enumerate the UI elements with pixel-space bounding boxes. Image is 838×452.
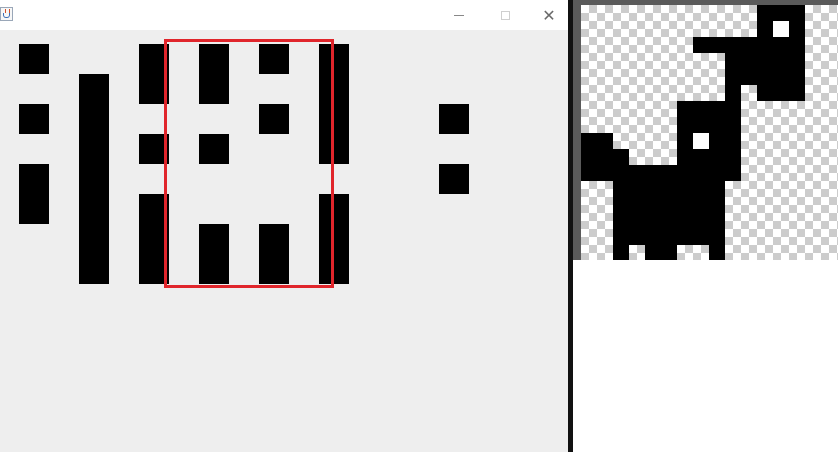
small-creature-sprite (693, 37, 757, 53)
pixel-block (19, 104, 49, 134)
minimize-icon (454, 14, 464, 16)
app-window: ✕ (0, 0, 568, 452)
dog-sprite (645, 245, 677, 260)
dog-eye (693, 133, 709, 149)
dog-sprite (581, 133, 613, 181)
pixel-block (439, 104, 469, 134)
close-button[interactable]: ✕ (526, 0, 568, 30)
sprite-preview-panel (573, 0, 838, 452)
pixel-block (19, 164, 49, 224)
java-cup-icon (0, 7, 13, 21)
sprite-preview-canvas (581, 5, 838, 260)
minimize-button[interactable] (436, 0, 482, 30)
close-icon: ✕ (542, 5, 556, 25)
maximize-button[interactable] (482, 0, 528, 30)
small-creature-sprite (725, 85, 741, 101)
dog-sprite (709, 245, 725, 260)
small-creature-sprite (757, 5, 805, 101)
small-creature-gap (773, 21, 789, 37)
maximize-icon (500, 10, 510, 20)
pixel-block (79, 74, 109, 284)
title-bar[interactable]: ✕ (0, 0, 568, 30)
pixel-block (19, 44, 49, 74)
selection-rectangle[interactable] (164, 39, 334, 288)
pixel-block (439, 164, 469, 194)
dog-sprite (613, 245, 629, 260)
preview-frame (573, 0, 838, 260)
small-creature-sprite (725, 53, 757, 85)
